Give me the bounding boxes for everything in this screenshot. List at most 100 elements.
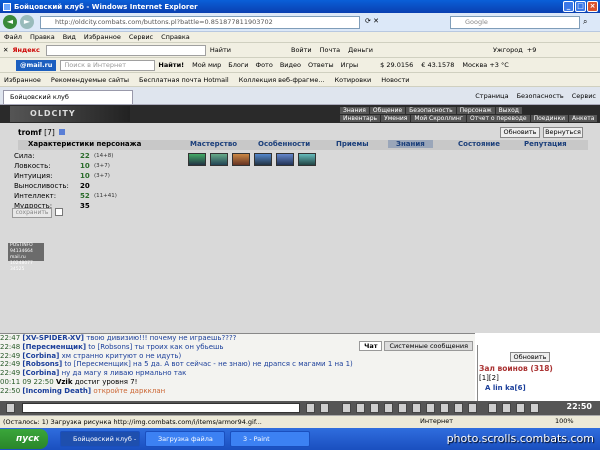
taskbar-item[interactable]: Загрузка файла (145, 431, 225, 447)
nav-exit[interactable]: Выход (495, 107, 522, 114)
character-nick[interactable]: tromf [7] (18, 128, 66, 137)
taskbar-item[interactable]: Бойцовский клуб - ... (60, 431, 140, 447)
fav-item-webslices[interactable]: Коллекция веб-фрагме... (239, 76, 325, 84)
chat-tool-icon[interactable] (468, 403, 477, 413)
chat-author[interactable]: [Incoming Death] (22, 387, 91, 395)
fav-item-recommended[interactable]: Рекомендуемые сайты (51, 76, 129, 84)
nav-profile[interactable]: Анкета (568, 115, 598, 122)
chat-tool-icon[interactable] (440, 403, 449, 413)
url-field[interactable]: http://oldcity.combats.com/buttons.pl?ba… (40, 16, 360, 29)
chat-input[interactable] (22, 403, 300, 413)
chat-author[interactable]: [XV-SPIDER-XV] (22, 334, 84, 342)
visit-counter[interactable]: POSTINFO 94134664 mail.ru 10248077 34525 (8, 243, 44, 272)
tab-system-messages[interactable]: Системные сообщения (384, 341, 473, 351)
tab-state[interactable]: Состояние (458, 140, 500, 148)
room-pages[interactable]: [1][2] (479, 374, 499, 382)
toolbar-page[interactable]: Страница (475, 92, 508, 100)
chat-tool-icon[interactable] (356, 403, 365, 413)
save-checkbox[interactable] (55, 208, 63, 216)
zoom-level[interactable]: 100% (555, 417, 574, 425)
chat-author[interactable]: [Corbina] (22, 352, 59, 360)
security-zone[interactable]: Интернет (420, 417, 453, 425)
chat-author[interactable]: Vzik (56, 378, 73, 386)
chat-tool-icon[interactable] (516, 403, 525, 413)
chat-author[interactable]: [Corbina] (22, 369, 59, 377)
yandex-weather-city[interactable]: Ужгород (493, 46, 523, 54)
skill-icon[interactable] (276, 153, 294, 166)
mailru-item-photo[interactable]: Фото (255, 61, 272, 69)
mailru-item-games[interactable]: Игры (341, 61, 359, 69)
tab-chat[interactable]: Чат (359, 341, 383, 351)
menu-favorites[interactable]: Избранное (84, 33, 121, 41)
refresh-button[interactable]: Обновить (500, 127, 540, 138)
mailru-item-video[interactable]: Видео (280, 61, 301, 69)
skill-icon[interactable] (298, 153, 316, 166)
mailru-item-answers[interactable]: Ответы (308, 61, 334, 69)
google-search-input[interactable]: Google (450, 16, 580, 29)
chat-tool-icon[interactable] (370, 403, 379, 413)
mailru-item-myworld[interactable]: Мой мир (192, 61, 221, 69)
nav-battles[interactable]: Поединки (530, 115, 568, 122)
tab-techniques[interactable]: Приемы (336, 140, 369, 148)
mailru-item-blogs[interactable]: Блоги (228, 61, 248, 69)
chat-tool-icon[interactable] (384, 403, 393, 413)
nav-security[interactable]: Безопасность (406, 107, 456, 114)
chat-author[interactable]: [Пересменщик] (22, 343, 86, 351)
yandex-search-input[interactable] (45, 44, 206, 56)
yandex-find-button[interactable]: Найти (210, 46, 231, 54)
fav-item-hotmail[interactable]: Бесплатная почта Hotmail (139, 76, 229, 84)
tab-mastery[interactable]: Мастерство (190, 140, 237, 148)
yandex-mail-button[interactable]: Почта (320, 46, 340, 54)
menu-file[interactable]: Файл (4, 33, 22, 41)
skill-icon[interactable] (210, 153, 228, 166)
mailru-search-input[interactable]: Поиск в Интернет (60, 59, 156, 71)
close-icon[interactable]: ✕ (3, 46, 8, 54)
chat-tool-icon[interactable] (306, 403, 315, 413)
menu-view[interactable]: Вид (63, 33, 76, 41)
close-button[interactable]: × (587, 1, 598, 12)
tab-knowledge[interactable]: Знания (388, 140, 433, 148)
nav-skills[interactable]: Умения (381, 115, 411, 122)
chat-tool-icon[interactable] (320, 403, 329, 413)
back-icon[interactable]: ◄ (3, 15, 17, 29)
chat-author[interactable]: [Robsons] (22, 360, 62, 368)
taskbar-item[interactable]: 3 - Paint (230, 431, 310, 447)
chat-tool-icon[interactable] (412, 403, 421, 413)
back-button[interactable]: Вернуться (543, 127, 583, 138)
room-refresh-button[interactable]: Обновить (510, 352, 550, 362)
yandex-logo[interactable]: Яндекс (12, 46, 39, 54)
fav-item-quotes[interactable]: Котировки (335, 76, 372, 84)
yandex-money-button[interactable]: Деньги (348, 46, 373, 54)
menu-help[interactable]: Справка (161, 33, 190, 41)
skill-icon[interactable] (188, 153, 206, 166)
nav-transfer-report[interactable]: Отчет о переводе (466, 115, 530, 122)
fav-item-news[interactable]: Новости (381, 76, 409, 84)
maximize-button[interactable]: □ (575, 1, 586, 12)
skill-icon[interactable] (232, 153, 250, 166)
nav-inventory[interactable]: Инвентарь (340, 115, 381, 122)
menu-tools[interactable]: Сервис (129, 33, 153, 41)
chat-tool-icon[interactable] (398, 403, 407, 413)
chat-options-icon[interactable] (6, 403, 15, 413)
chat-tool-icon[interactable] (488, 403, 497, 413)
chat-tool-icon[interactable] (426, 403, 435, 413)
start-button[interactable]: пуск (0, 429, 48, 449)
search-icon[interactable]: ⌕ (583, 17, 587, 27)
room-user[interactable]: A lin ka[6] (485, 384, 526, 392)
toolbar-tools[interactable]: Сервис (572, 92, 596, 100)
save-button[interactable]: сохранить (12, 208, 52, 218)
chat-tool-icon[interactable] (454, 403, 463, 413)
browser-tab[interactable]: Бойцовский клуб (3, 90, 133, 104)
minimize-button[interactable]: _ (563, 1, 574, 12)
chat-tool-icon[interactable] (342, 403, 351, 413)
nav-character[interactable]: Персонаж (456, 107, 495, 114)
favorites-button[interactable]: Избранное (4, 76, 41, 84)
forward-icon[interactable]: ► (20, 15, 34, 29)
chat-tool-icon[interactable] (530, 403, 539, 413)
mailru-logo[interactable]: @mail.ru (16, 59, 57, 71)
toolbar-security[interactable]: Безопасность (517, 92, 564, 100)
refresh-icon[interactable]: ⟳ ✕ (365, 17, 379, 25)
nav-knowledge[interactable]: Знания (340, 107, 369, 114)
mailru-find-button[interactable]: Найти! (158, 61, 184, 69)
nav-scroll[interactable]: Мой Скроллинг (411, 115, 466, 122)
